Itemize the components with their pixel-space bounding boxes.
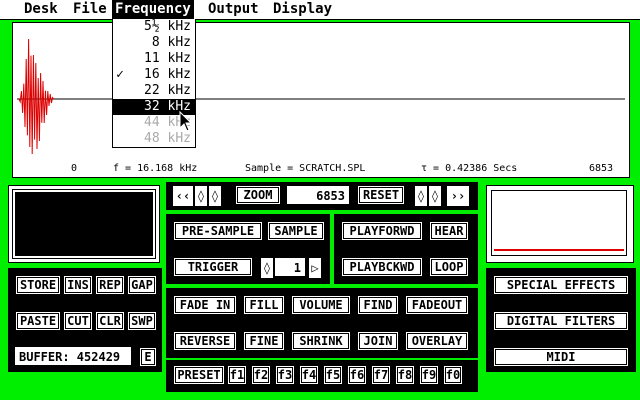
pre-sample-button[interactable]: PRE-SAMPLE: [172, 220, 264, 242]
fine-button[interactable]: FINE: [242, 330, 286, 352]
end-sample-readout: 6853: [589, 163, 614, 174]
digital-filters-button[interactable]: DIGITAL FILTERS: [492, 310, 630, 332]
preset-f3-button[interactable]: f3: [274, 364, 296, 386]
frequency-readout: f = 16.168 kHz: [113, 163, 198, 174]
trigger-value-field[interactable]: 1: [274, 257, 306, 277]
menu-bar: Desk File Frequency Output Display: [0, 0, 640, 20]
preset-bar: PRESET f1 f2 f3 f4 f5 f6 f7 f8 f9 f0: [166, 360, 478, 392]
waveform-display[interactable]: 0 f = 16.168 kHz Sample = SCRATCH.SPL τ …: [12, 22, 630, 178]
preset-f4-button[interactable]: f4: [298, 364, 320, 386]
join-button[interactable]: JOIN: [356, 330, 400, 352]
special-panel: SPECIAL EFFECTS DIGITAL FILTERS MIDI: [486, 268, 636, 372]
preset-f5-button[interactable]: f5: [322, 364, 344, 386]
freq-item-48: 48 kHz: [144, 131, 191, 146]
shrink-button[interactable]: SHRINK: [290, 330, 352, 352]
sample-panel: PRE-SAMPLE SAMPLE TRIGGER ◊ 1 ▷: [166, 214, 330, 284]
buffer-erase-button[interactable]: E: [138, 346, 158, 368]
preset-f1-button[interactable]: f1: [226, 364, 248, 386]
preset-f0-button[interactable]: f0: [442, 364, 464, 386]
find-button[interactable]: FIND: [356, 294, 400, 316]
preset-button[interactable]: PRESET: [172, 364, 226, 386]
sample-button[interactable]: SAMPLE: [266, 220, 326, 242]
scroll-right-step-button[interactable]: ◊: [208, 185, 222, 207]
preset-f8-button[interactable]: f8: [394, 364, 416, 386]
menu-display[interactable]: Display: [270, 0, 335, 19]
scroll-left-step-button[interactable]: ◊: [194, 185, 208, 207]
store-button[interactable]: STORE: [14, 274, 62, 296]
replace-button[interactable]: REP: [94, 274, 126, 296]
edit-panel: STORE INS REP GAP PASTE CUT CLR SWP BUFF…: [8, 268, 162, 372]
clear-button[interactable]: CLR: [94, 310, 126, 332]
zoom-button[interactable]: ZOOM: [234, 184, 282, 206]
freq-item-22[interactable]: 22 kHz: [113, 83, 195, 99]
waveform-trace: [18, 38, 55, 155]
mouse-pointer-icon: [179, 111, 193, 132]
overlay-button[interactable]: OVERLAY: [404, 330, 470, 352]
reset-right-button[interactable]: ◊: [428, 185, 442, 207]
play-panel: PLAYFORWD HEAR PLAYBCKWD LOOP: [334, 214, 478, 284]
play-forward-button[interactable]: PLAYFORWD: [340, 220, 424, 242]
preset-f2-button[interactable]: f2: [250, 364, 272, 386]
reset-left-button[interactable]: ◊: [414, 185, 428, 207]
menu-output[interactable]: Output: [205, 0, 262, 19]
freq-item-16[interactable]: ✓ 16 kHz: [113, 67, 195, 83]
input-monitor-screen: [12, 189, 156, 259]
menu-file[interactable]: File: [70, 0, 110, 19]
play-backward-button[interactable]: PLAYBCKWD: [340, 256, 424, 278]
level-meter-line: [494, 249, 624, 251]
hear-button[interactable]: HEAR: [428, 220, 470, 242]
scroll-right-fast-button[interactable]: ››: [446, 185, 470, 207]
midi-button[interactable]: MIDI: [492, 346, 630, 368]
paste-button[interactable]: PASTE: [14, 310, 62, 332]
menu-desk[interactable]: Desk: [21, 0, 61, 19]
level-meter-screen: [491, 190, 627, 256]
zoom-value-field[interactable]: 6853: [286, 185, 350, 205]
menu-frequency[interactable]: Frequency: [112, 0, 194, 19]
check-icon: ✓: [116, 67, 124, 82]
frequency-dropdown: 5½ kHz 8 kHz 11 kHz ✓ 16 kHz 22 kHz 32 kH…: [112, 19, 196, 148]
level-meter-frame: [486, 185, 634, 263]
volume-button[interactable]: VOLUME: [290, 294, 352, 316]
freq-item-8[interactable]: 8 kHz: [113, 35, 195, 51]
gap-button[interactable]: GAP: [126, 274, 158, 296]
start-sample-readout: 0: [71, 163, 78, 174]
scroll-left-fast-button[interactable]: ‹‹: [172, 185, 194, 207]
cut-button[interactable]: CUT: [62, 310, 94, 332]
zoom-bar: ‹‹ ◊ ◊ ZOOM 6853 RESET ◊ ◊ ››: [166, 182, 478, 210]
preset-f7-button[interactable]: f7: [370, 364, 392, 386]
reverse-button[interactable]: REVERSE: [172, 330, 238, 352]
special-effects-button[interactable]: SPECIAL EFFECTS: [492, 274, 630, 296]
reset-button[interactable]: RESET: [356, 184, 406, 206]
fade-out-button[interactable]: FADEOUT: [404, 294, 470, 316]
waveform-plot: [17, 38, 625, 155]
freq-item-11[interactable]: 11 kHz: [113, 51, 195, 67]
effects-panel: FADE IN FILL VOLUME FIND FADEOUT REVERSE…: [166, 288, 478, 358]
freq-item-5-5[interactable]: 5½ kHz: [113, 19, 195, 35]
preset-f9-button[interactable]: f9: [418, 364, 440, 386]
fill-button[interactable]: FILL: [242, 294, 286, 316]
input-monitor-frame: [8, 185, 160, 263]
sample-name-readout: Sample = SCRATCH.SPL: [245, 163, 366, 174]
buffer-readout: BUFFER: 452429: [14, 346, 132, 366]
fade-in-button[interactable]: FADE IN: [172, 294, 238, 316]
loop-button[interactable]: LOOP: [428, 256, 470, 278]
duration-readout: τ = 0.42386 Secs: [421, 163, 518, 174]
trigger-button[interactable]: TRIGGER: [172, 256, 254, 278]
swap-button[interactable]: SWP: [126, 310, 158, 332]
insert-button[interactable]: INS: [62, 274, 94, 296]
trigger-decrease-button[interactable]: ◊: [260, 257, 274, 279]
preset-f6-button[interactable]: f6: [346, 364, 368, 386]
trigger-increase-button[interactable]: ▷: [308, 257, 322, 279]
